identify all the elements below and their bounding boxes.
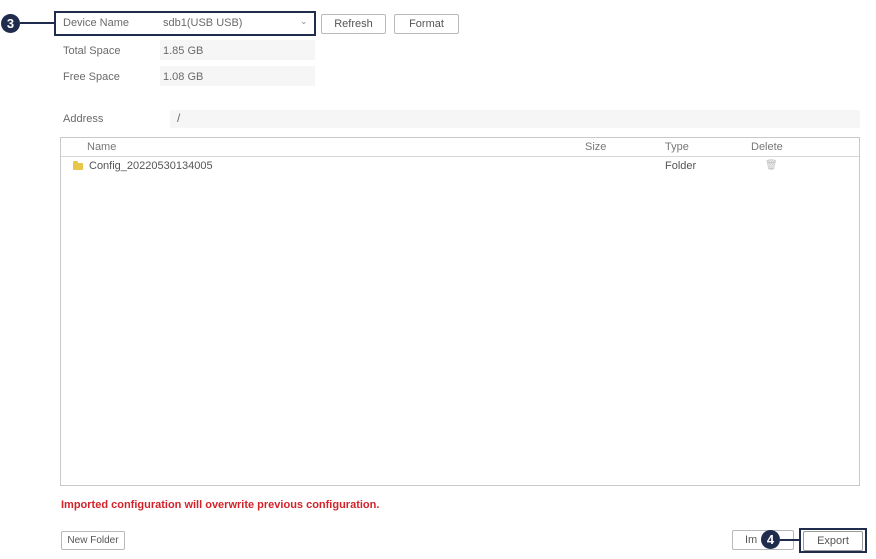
device-name-value: sdb1(USB USB) [163,17,243,29]
format-button-label: Format [409,18,444,30]
callout-3-badge: 3 [1,14,20,33]
refresh-button-label: Refresh [334,18,373,30]
callout-4-line [780,539,800,541]
callout-3-line [20,22,54,24]
new-folder-button-label: New Folder [67,535,119,546]
table-header: Name Size Type Delete [61,138,859,157]
free-space-field: 1.08 GB [160,66,315,86]
folder-icon [73,163,83,170]
column-header-delete: Delete [751,141,783,153]
callout-4-badge: 4 [761,530,780,549]
file-type: Folder [665,160,697,172]
total-space-value: 1.85 GB [163,45,204,57]
table-row[interactable]: Config_20220530134005 Folder 🗑 [61,157,859,175]
address-label: Address [63,113,104,125]
import-button-label: Im [745,534,758,546]
new-folder-button[interactable]: New Folder [61,531,125,550]
format-button[interactable]: Format [394,14,459,34]
chevron-down-icon: ⌄ [300,16,308,26]
column-header-name: Name [87,141,117,153]
address-field: / [170,110,860,128]
export-button-label: Export [817,535,849,547]
free-space-value: 1.08 GB [163,71,204,83]
export-button[interactable]: Export [803,531,863,551]
file-name: Config_20220530134005 [89,160,213,172]
total-space-label: Total Space [63,45,121,57]
column-header-size: Size [585,141,607,153]
warning-message: Imported configuration will overwrite pr… [61,499,380,511]
free-space-label: Free Space [63,71,120,83]
device-name-label: Device Name [63,17,130,29]
folder-icon-tab [73,161,78,164]
total-space-field: 1.85 GB [160,40,315,60]
file-table: Name Size Type Delete Config_20220530134… [60,137,860,486]
device-name-select[interactable]: sdb1(USB USB) ⌄ [160,14,310,32]
column-header-type: Type [665,141,689,153]
trash-icon[interactable]: 🗑 [765,160,778,171]
address-value: / [177,111,181,125]
refresh-button[interactable]: Refresh [321,14,386,34]
